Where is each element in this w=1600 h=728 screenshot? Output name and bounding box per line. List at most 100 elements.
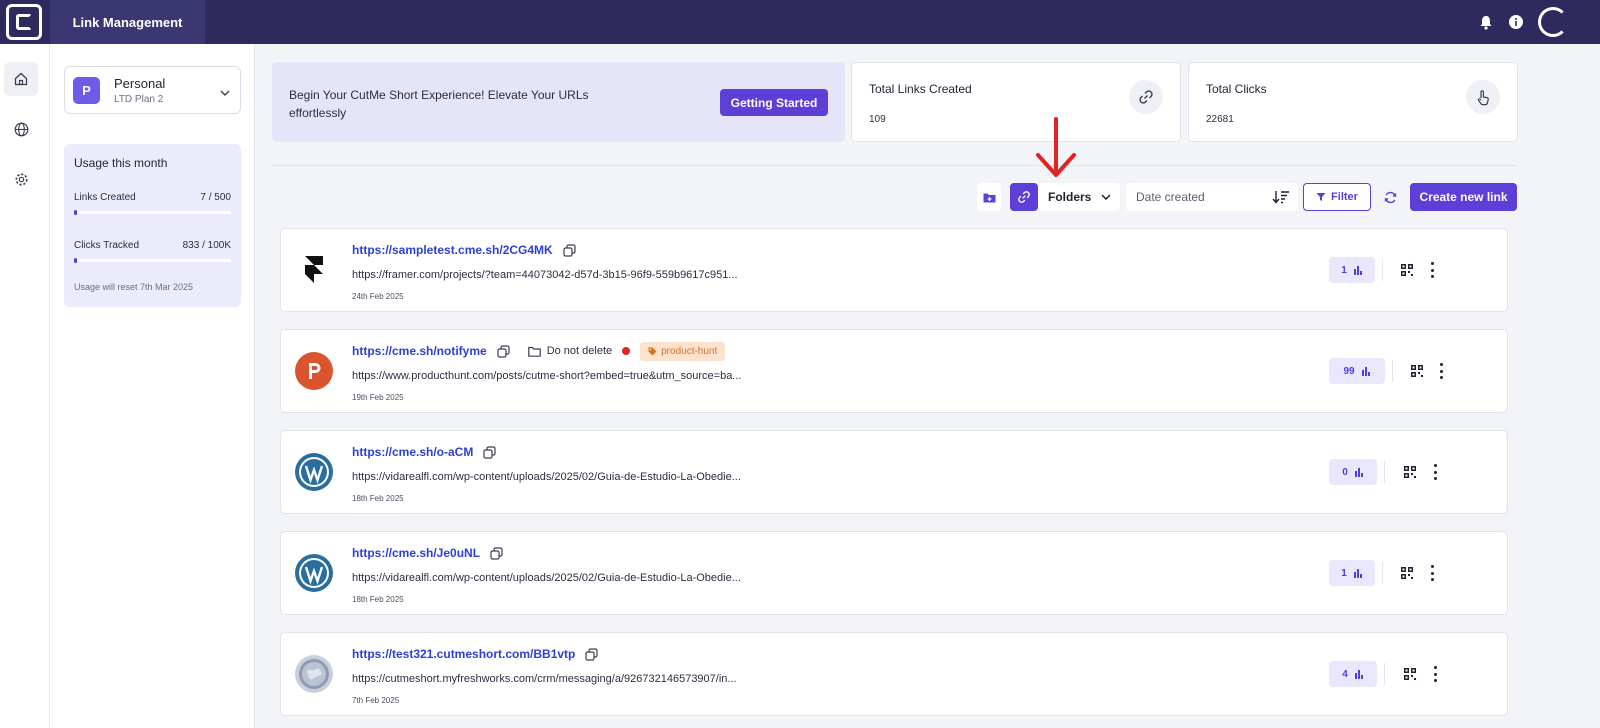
more-options-icon[interactable] (1430, 464, 1440, 480)
refresh-icon (1384, 191, 1396, 203)
tab-link-management[interactable]: Link Management (50, 0, 205, 44)
folder-icon (527, 346, 541, 357)
created-date: 7th Feb 2025 (352, 696, 400, 705)
bar-chart-icon (1361, 367, 1370, 376)
links-created-fill (74, 210, 78, 215)
usage-card: Usage this month Links Created 7 / 500 C… (64, 144, 241, 307)
short-url-link[interactable]: https://test321.cutmeshort.com/BB1vtp (352, 647, 575, 661)
short-url-link[interactable]: https://cme.sh/Je0uNL (352, 546, 480, 560)
created-date: 24th Feb 2025 (352, 292, 404, 301)
link-card[interactable]: https://sampletest.cme.sh/2CG4MK https:/… (280, 228, 1508, 312)
copy-icon[interactable] (483, 445, 496, 459)
destination-url: https://vidarealfl.com/wp-content/upload… (352, 471, 741, 483)
new-folder-button[interactable] (977, 183, 1001, 211)
pointer-hand-icon (1466, 80, 1500, 114)
app-logo[interactable] (6, 4, 42, 40)
link-card[interactable]: https://cme.sh/notifyme Do not delete pr… (280, 329, 1508, 413)
producthunt-icon (295, 352, 333, 390)
gear-icon[interactable] (4, 162, 38, 196)
total-links-value: 109 (869, 114, 886, 125)
link-card[interactable]: https://cme.sh/o-aCM https://vidarealfl.… (280, 430, 1508, 514)
total-links-label: Total Links Created (869, 82, 972, 96)
separator (1382, 562, 1383, 584)
bar-chart-icon (1353, 266, 1362, 275)
clicks-count-button[interactable]: 1 (1329, 560, 1375, 586)
link-card[interactable]: https://test321.cutmeshort.com/BB1vtp ht… (280, 632, 1508, 716)
refresh-button[interactable] (1380, 183, 1400, 211)
sort-label: Date created (1136, 190, 1205, 204)
folder-chip[interactable]: Do not delete (527, 345, 613, 357)
filter-label: Filter (1331, 191, 1358, 203)
clicks-count: 4 (1342, 668, 1348, 680)
qr-code-icon[interactable] (1411, 365, 1423, 377)
link-icon (1018, 191, 1030, 203)
more-options-icon[interactable] (1427, 262, 1437, 278)
links-created-value: 7 / 500 (200, 192, 231, 203)
link-icon (1129, 80, 1163, 114)
folders-dropdown[interactable]: Folders (1038, 183, 1120, 211)
tag-chip[interactable]: product-hunt (640, 341, 726, 361)
folder-name: Do not delete (546, 345, 613, 357)
wordpress-icon (295, 554, 333, 592)
bar-chart-icon (1354, 670, 1363, 679)
more-options-icon[interactable] (1427, 565, 1437, 581)
getting-started-button[interactable]: Getting Started (720, 89, 828, 116)
clicks-tracked-label: Clicks Tracked (74, 240, 140, 251)
copy-icon[interactable] (563, 243, 576, 257)
sort-descending-icon[interactable] (1272, 190, 1290, 204)
more-options-icon[interactable] (1436, 363, 1446, 379)
create-new-link-button[interactable]: Create new link (1410, 183, 1517, 211)
user-avatar[interactable] (1538, 7, 1568, 37)
chevron-down-icon (220, 83, 230, 101)
sort-dropdown[interactable]: Date created (1126, 183, 1298, 211)
links-created-label: Links Created (74, 192, 136, 203)
funnel-icon (1316, 193, 1326, 201)
short-url-link[interactable]: https://sampletest.cme.sh/2CG4MK (352, 243, 553, 257)
clicks-count: 99 (1343, 365, 1355, 377)
workspace-selector[interactable]: P Personal LTD Plan 2 (64, 66, 241, 114)
globe-icon (295, 655, 333, 693)
copy-icon[interactable] (497, 344, 510, 358)
separator (1384, 663, 1385, 685)
globe-nav-icon[interactable] (4, 112, 38, 146)
usage-reset-note: Usage will reset 7th Mar 2025 (74, 282, 194, 292)
link-view-toggle[interactable] (1010, 183, 1038, 211)
filter-button[interactable]: Filter (1303, 183, 1371, 211)
copy-icon[interactable] (490, 546, 503, 560)
destination-url: https://framer.com/projects/?team=440730… (352, 269, 738, 281)
clicks-count-button[interactable]: 0 (1329, 459, 1377, 485)
qr-code-icon[interactable] (1404, 668, 1416, 680)
home-icon[interactable] (4, 62, 38, 96)
total-clicks-label: Total Clicks (1206, 82, 1267, 96)
qr-code-icon[interactable] (1401, 264, 1413, 276)
more-options-icon[interactable] (1430, 666, 1440, 682)
workspace-badge: P (73, 76, 100, 104)
clicks-count-button[interactable]: 99 (1329, 358, 1385, 384)
destination-url: https://vidarealfl.com/wp-content/upload… (352, 572, 741, 584)
info-icon[interactable] (1508, 14, 1524, 30)
framer-icon (295, 251, 333, 289)
side-panel: P Personal LTD Plan 2 Usage this month L… (50, 44, 255, 728)
clicks-tracked-bar (74, 258, 231, 263)
clicks-count-button[interactable]: 1 (1329, 257, 1375, 283)
folder-plus-icon (983, 193, 995, 202)
qr-code-icon[interactable] (1401, 567, 1413, 579)
usage-title: Usage this month (74, 156, 168, 170)
links-created-row: Links Created 7 / 500 (74, 192, 231, 203)
separator (1392, 360, 1393, 382)
short-url-link[interactable]: https://cme.sh/notifyme (352, 344, 487, 358)
total-clicks-value: 22681 (1206, 114, 1234, 125)
bell-icon[interactable] (1478, 14, 1494, 30)
section-divider (272, 165, 1516, 166)
short-url-link[interactable]: https://cme.sh/o-aCM (352, 445, 473, 459)
link-card[interactable]: https://cme.sh/Je0uNL https://vidarealfl… (280, 531, 1508, 615)
copy-icon[interactable] (585, 647, 598, 661)
separator (1384, 461, 1385, 483)
onboarding-banner: Begin Your CutMe Short Experience! Eleva… (272, 62, 845, 142)
banner-text: Begin Your CutMe Short Experience! Eleva… (289, 88, 589, 120)
qr-code-icon[interactable] (1404, 466, 1416, 478)
clicks-count-button[interactable]: 4 (1329, 661, 1377, 687)
tag-icon (648, 347, 657, 355)
clicks-count: 1 (1341, 264, 1347, 276)
red-arrow-annotation (1036, 117, 1076, 177)
